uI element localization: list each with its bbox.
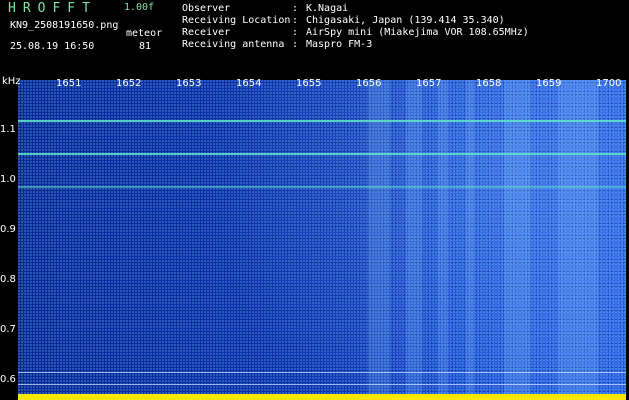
location-value: Chigasaki, Japan (139.414 35.340) — [306, 15, 505, 26]
receiver-row: Receiver : AirSpy mini (Miakejima VOR 10… — [182, 27, 529, 39]
filename-label: KN9_2508191650.png — [10, 20, 119, 31]
spectrogram-streak — [558, 80, 598, 400]
time-axis: 1651 1652 1653 1654 1655 1656 1657 1658 … — [18, 78, 626, 92]
location-row: Receiving Location : Chigasaki, Japan (1… — [182, 15, 529, 27]
spectrogram-streak — [438, 80, 448, 400]
header-panel: HROFFT 1.00f KN9_2508191650.png 25.08.19… — [0, 0, 629, 72]
time-tick: 1651 — [56, 78, 82, 89]
time-tick: 1652 — [116, 78, 142, 89]
location-label: Receiving Location — [182, 15, 291, 26]
spectrogram-noise — [18, 80, 626, 400]
time-tick: 1656 — [356, 78, 382, 89]
time-tick: 1655 — [296, 78, 322, 89]
carrier-line — [18, 120, 626, 122]
freq-tick: 0.9 — [0, 224, 16, 235]
time-tick: 1657 — [416, 78, 442, 89]
time-tick: 1659 — [536, 78, 562, 89]
app-name: HROFFT — [8, 1, 97, 16]
receiver-label: Receiver — [182, 27, 231, 38]
spectrogram-streak — [466, 80, 474, 400]
timestamp-label: 25.08.19 16:50 — [10, 41, 95, 52]
carrier-line — [18, 186, 626, 188]
observation-info: Observer : K.Nagai Receiving Location : … — [182, 3, 529, 51]
spectrogram-bottom-band — [18, 394, 626, 400]
spectrogram-streak — [406, 80, 422, 400]
observer-separator: : — [292, 3, 299, 14]
observer-row: Observer : K.Nagai — [182, 3, 529, 15]
antenna-value: Maspro FM-3 — [306, 39, 373, 50]
freq-tick: 0.8 — [0, 274, 16, 285]
time-tick: 1700 — [596, 78, 622, 89]
spectrogram-panel[interactable] — [18, 80, 626, 400]
antenna-separator: : — [292, 39, 299, 50]
observer-value: K.Nagai — [306, 3, 349, 14]
observer-label: Observer — [182, 3, 231, 14]
receiver-separator: : — [292, 27, 299, 38]
time-tick: 1658 — [476, 78, 502, 89]
freq-tick: 0.7 — [0, 324, 16, 335]
spectrogram-streak — [368, 80, 390, 400]
reference-line — [18, 384, 626, 385]
meteor-label: meteor — [126, 28, 163, 39]
meteor-count: 81 — [139, 41, 152, 52]
spectrogram-streak — [504, 80, 530, 400]
receiver-value: AirSpy mini (Miakejima VOR 108.65MHz) — [306, 27, 529, 38]
freq-tick: 0.6 — [0, 374, 16, 385]
antenna-row: Receiving antenna : Maspro FM-3 — [182, 39, 529, 51]
location-separator: : — [292, 15, 299, 26]
freq-tick: 1.0 — [0, 174, 16, 185]
carrier-line — [18, 153, 626, 155]
freq-tick: 1.1 — [0, 124, 16, 135]
antenna-label: Receiving antenna — [182, 39, 285, 50]
reference-line — [18, 372, 626, 373]
app-version: 1.00f — [124, 2, 155, 13]
time-tick: 1653 — [176, 78, 202, 89]
time-tick: 1654 — [236, 78, 262, 89]
